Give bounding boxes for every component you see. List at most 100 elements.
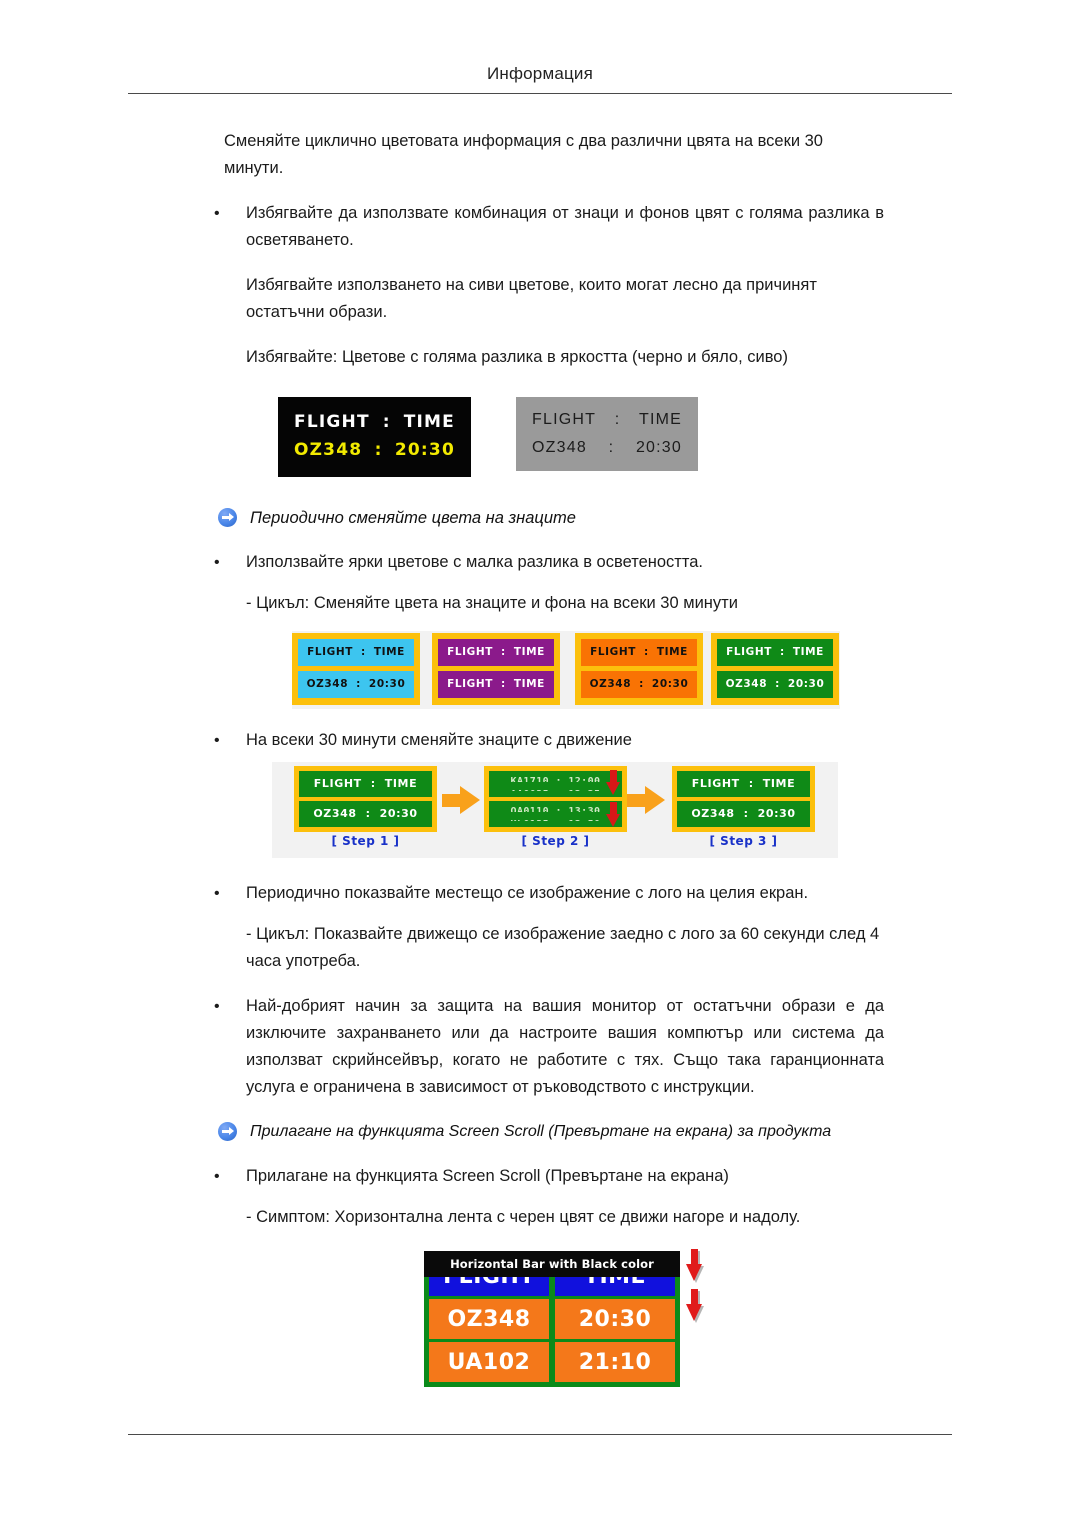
figure-black-gray-boards: FLIGHT : TIME OZ348 : 20:30 FLIGHT : TIM… (278, 397, 698, 483)
screen-row-ua102: UA102 21:10 (429, 1342, 675, 1382)
green-flight-label: FLIGHT (726, 646, 773, 658)
bullet-contrast-text: Избягвайте да използвате комбинация от з… (246, 204, 884, 249)
bullet-marker: • (214, 1168, 220, 1185)
flow-arrow-right-icon-1 (442, 786, 482, 814)
step-1-time-value: 20:30 (379, 807, 418, 820)
blue-arrow-bullet-icon (218, 508, 237, 527)
green-panel-line-1: FLIGHT : TIME (717, 639, 833, 666)
step-1-time-label: TIME (384, 777, 418, 790)
purple-time-label-2: TIME (513, 678, 545, 690)
cyan-flight-label: FLIGHT (307, 646, 354, 658)
board-black-sep-2: : (374, 440, 383, 460)
bullet-screen-scroll-text: Прилагане на функцията Screen Scroll (Пр… (246, 1167, 729, 1185)
purple-sep-2: : (501, 678, 506, 690)
figure-step-flow: FLIGHT : TIME OZ348 : 20:30 KA1710: 12:… (272, 762, 838, 858)
bullet-moving-characters: • На всеки 30 минути сменяйте знаците с … (214, 727, 884, 754)
cyan-panel-line-1: FLIGHT : TIME (298, 639, 414, 666)
step-1-sep-1: : (370, 777, 376, 790)
bullet-contrast: • Избягвайте да използвате комбинация от… (214, 200, 884, 254)
orange-flight-label: FLIGHT (590, 646, 637, 658)
board-black-sep-1: : (382, 412, 391, 432)
flow-arrow-right-icon-2 (627, 786, 667, 814)
orange-time-label: TIME (656, 646, 688, 658)
step-1-line-2: OZ348 : 20:30 (299, 801, 432, 827)
header-divider (128, 93, 952, 94)
step-1-flight-no: OZ348 (313, 807, 357, 820)
page-header-title: Информация (486, 64, 594, 83)
flight-board-gray: FLIGHT : TIME OZ348 : 20:30 (516, 397, 698, 471)
scroll-down-arrow-icon-1 (606, 770, 621, 796)
step-3-label: [ Step 3 ] (709, 834, 778, 848)
purple-time-label-1: TIME (513, 646, 545, 658)
blue-arrow-bullet-icon (218, 1122, 237, 1141)
color-panel-purple: FLIGHT : TIME FLIGHT : TIME (432, 633, 560, 705)
step-1-line-1: FLIGHT : TIME (299, 771, 432, 797)
figure-horizontal-bar-screen: FLIGHT TIME OZ348 20:30 UA102 21:10 Hori… (424, 1245, 714, 1393)
cycle-characters-note: - Цикъл: Сменяйте цвета на знаците и фон… (246, 594, 738, 612)
cyan-sep-2: : (356, 678, 361, 690)
screen-row-oz348: OZ348 20:30 (429, 1299, 675, 1339)
screen-time-oz348: 20:30 (555, 1299, 675, 1339)
green-time-label: TIME (792, 646, 824, 658)
cyan-sep-1: : (361, 646, 366, 658)
step-3-flight-no: OZ348 (691, 807, 735, 820)
step-2-scroll-bot-b: KL0125 : 13:50 (510, 819, 601, 826)
step-3-time-label: TIME (762, 777, 796, 790)
cyan-time-label: TIME (373, 646, 405, 658)
bullet-marker: • (214, 885, 220, 902)
bullet-marker: • (214, 732, 220, 749)
step-1-panel: FLIGHT : TIME OZ348 : 20:30 (294, 766, 437, 832)
step-2-scroll-top-b: AA0025 : 12:35 (510, 789, 601, 796)
section-heading-periodic-color-text: Периодично сменяйте цвета на знаците (250, 509, 576, 527)
bar-down-arrow-icon-2 (686, 1289, 703, 1323)
step-2-scroll-bot-a: OA0110 : 13:30 (510, 806, 601, 812)
board-gray-sep-1: : (614, 411, 621, 428)
cycle-logo-note: - Цикъл: Показвайте движещо се изображен… (246, 925, 880, 970)
board-black-row-data: OZ348 : 20:30 (294, 436, 455, 464)
board-black-row-header: FLIGHT : TIME (294, 408, 455, 436)
cyan-panel-line-2: OZ348 : 20:30 (298, 671, 414, 698)
bar-down-arrow-icon-1 (686, 1249, 703, 1283)
step-3-line-1: FLIGHT : TIME (677, 771, 810, 797)
step-3-time-value: 20:30 (757, 807, 796, 820)
purple-flight-label-1: FLIGHT (447, 646, 494, 658)
bullet-marker: • (214, 205, 220, 222)
section-heading-screen-scroll-text: Прилагане на функцията Screen Scroll (Пр… (250, 1123, 832, 1140)
screen-flight-no-oz348: OZ348 (429, 1299, 549, 1339)
document-page: Информация Сменяйте циклично цветовата и… (0, 0, 1080, 1527)
board-black-time-value: 20:30 (394, 440, 455, 460)
step-3-panel: FLIGHT : TIME OZ348 : 20:30 (672, 766, 815, 832)
purple-panel-line-2: FLIGHT : TIME (438, 671, 554, 698)
purple-sep-1: : (501, 646, 506, 658)
bullet-marker: • (214, 998, 220, 1015)
note-avoid-brightness: Избягвайте: Цветове с голяма разлика в я… (246, 348, 788, 366)
purple-panel-line-1: FLIGHT : TIME (438, 639, 554, 666)
symptom-scroll-note: - Симптом: Хоризонтална лента с черен цв… (246, 1208, 801, 1226)
step-2-line-2: OA0110 : 13:30 KL0125 : 13:50 (489, 801, 622, 827)
board-gray-sep-2: : (608, 439, 615, 456)
orange-flight-no: OZ348 (589, 678, 632, 690)
color-panel-orange: FLIGHT : TIME OZ348 : 20:30 (575, 633, 703, 705)
screen-time-ua102: 21:10 (555, 1342, 675, 1382)
section-heading-screen-scroll: Прилагане на функцията Screen Scroll (Пр… (218, 1119, 978, 1145)
green-flight-no: OZ348 (725, 678, 768, 690)
color-panel-cyan: FLIGHT : TIME OZ348 : 20:30 (292, 633, 420, 705)
section-heading-periodic-color: Периодично сменяйте цвета на знаците (218, 505, 918, 531)
step-3-sep-1: : (748, 777, 754, 790)
figure-color-panels: FLIGHT : TIME OZ348 : 20:30 FLIGHT: TIM… (292, 631, 840, 709)
flight-board-black: FLIGHT : TIME OZ348 : 20:30 (278, 397, 471, 477)
footer-divider (128, 1434, 952, 1435)
board-gray-flight-no: OZ348 (532, 439, 587, 456)
bullet-bright-colors-text: Използвайте ярки цветове с малка разлика… (246, 553, 703, 571)
bullet-logo-image: • Периодично показвайте местещо се изобр… (214, 880, 884, 907)
board-black-flight-label: FLIGHT (294, 412, 370, 432)
step-2-scroll-top-a: KA1710 : 12:00 (510, 776, 601, 782)
orange-panel-line-2: OZ348 : 20:30 (581, 671, 697, 698)
step-1-label: [ Step 1 ] (331, 834, 400, 848)
orange-sep-2: : (639, 678, 644, 690)
step-1-sep-2: : (365, 807, 371, 820)
green-sep-1: : (780, 646, 785, 658)
step-1-flight-label: FLIGHT (313, 777, 362, 790)
board-gray-row-data: OZ348 : 20:30 (532, 434, 682, 462)
note-gray-colors: Избягвайте използването на сиви цветове,… (246, 276, 817, 321)
